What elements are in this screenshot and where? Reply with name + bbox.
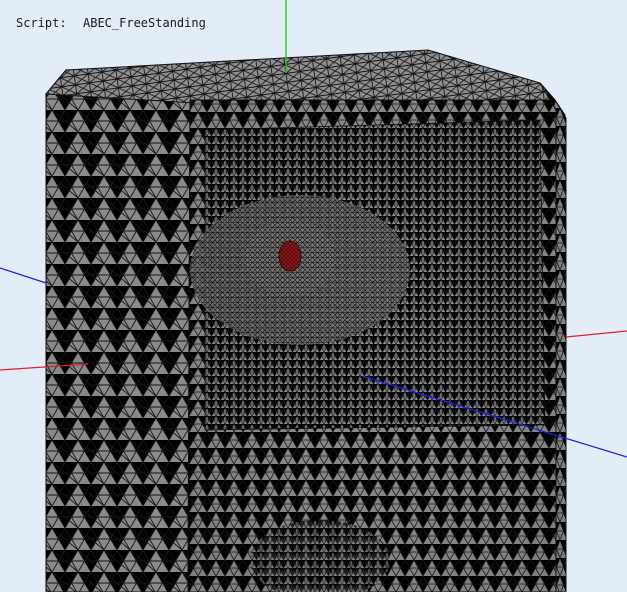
enclosure-side-face: [45, 93, 191, 592]
3d-viewport[interactable]: Script: ABEC_FreeStanding: [0, 0, 627, 592]
script-label: Script:: [16, 16, 67, 30]
mesh-canvas[interactable]: [0, 0, 627, 592]
script-name: ABEC_FreeStanding: [83, 16, 206, 30]
driver-radiator[interactable]: [278, 240, 302, 272]
x-axis-line-right: [565, 330, 627, 338]
enclosure-top-face: [44, 49, 557, 104]
z-axis-line-left: [0, 267, 47, 284]
